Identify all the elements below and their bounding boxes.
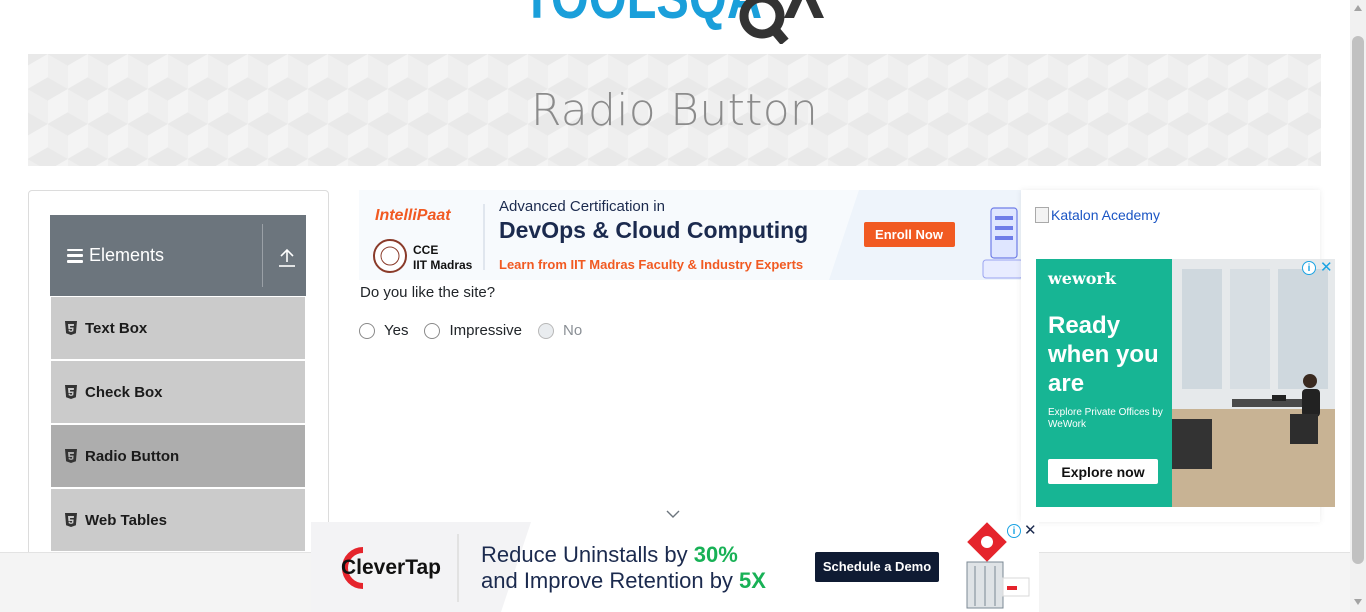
- radio-group: Yes Impressive No: [359, 322, 598, 339]
- sidebar-item-radio-button[interactable]: Radio Button: [51, 425, 305, 487]
- radio-impressive[interactable]: Impressive: [424, 322, 522, 339]
- office-photo: [1172, 259, 1335, 507]
- enroll-now-label: Enroll Now: [875, 227, 944, 242]
- elements-group-header[interactable]: Elements: [50, 215, 306, 296]
- header-divider: [262, 224, 263, 287]
- line2-prefix: and Improve Retention by: [481, 568, 739, 593]
- scroll-down-arrow-icon[interactable]: [1353, 598, 1363, 606]
- html5-icon: [65, 449, 77, 463]
- radio-yes[interactable]: Yes: [359, 322, 408, 339]
- adchoices-icon[interactable]: i: [1302, 261, 1316, 275]
- radio-no: No: [538, 322, 582, 339]
- radio-impressive-input[interactable]: [424, 322, 441, 339]
- ad-bottom-line2: and Improve Retention by 5X: [481, 568, 766, 593]
- wework-ad[interactable]: wework Ready when you are Explore Privat…: [1036, 259, 1335, 507]
- close-icon[interactable]: ✕: [1320, 259, 1333, 276]
- katalon-ad-link[interactable]: Katalon Acedemy: [1035, 207, 1160, 223]
- broken-image-icon: [1035, 207, 1049, 223]
- intellipaat-brand: IntelliPaat: [375, 207, 451, 224]
- ad-line3: Learn from IIT Madras Faculty & Industry…: [499, 257, 803, 272]
- page-title: Radio Button: [530, 84, 819, 136]
- line2-value: 5X: [739, 568, 766, 593]
- iit-madras-seal: [373, 239, 407, 273]
- scroll-up-arrow-icon[interactable]: [1353, 4, 1363, 12]
- scrollbar-thumb[interactable]: [1352, 36, 1364, 564]
- hamburger-icon: [67, 248, 83, 263]
- ad-line1: Advanced Certification in: [499, 198, 665, 215]
- radio-no-label: No: [563, 322, 583, 339]
- sidebar-item-label: Check Box: [85, 383, 163, 401]
- sidebar-item-label: Radio Button: [85, 447, 180, 465]
- radio-question: Do you like the site?: [360, 284, 496, 301]
- schedule-demo-label: Schedule a Demo: [823, 559, 931, 574]
- page-header-banner: Radio Button: [28, 54, 1321, 166]
- wework-brand: wework: [1048, 269, 1116, 288]
- chevron-down-icon[interactable]: [666, 509, 680, 519]
- html5-icon: [65, 513, 77, 527]
- line1-value: 30%: [694, 542, 738, 567]
- close-icon[interactable]: ✕: [1024, 522, 1037, 539]
- sidebar-item-check-box[interactable]: Check Box: [51, 361, 305, 423]
- radio-yes-label[interactable]: Yes: [384, 322, 408, 339]
- adchoices-icon[interactable]: i: [1007, 524, 1021, 538]
- sidebar-item-web-tables[interactable]: Web Tables: [51, 489, 305, 551]
- clevertap-ad-banner[interactable]: CleverTap Reduce Uninstalls by 30% and I…: [311, 522, 1039, 612]
- ad-bottom-line1: Reduce Uninstalls by 30%: [481, 542, 738, 567]
- sidebar-item-text-box[interactable]: Text Box: [51, 297, 305, 359]
- radio-no-input: [538, 322, 555, 339]
- left-sidebar: Elements Text Box Check Box Radio Button…: [28, 190, 329, 590]
- explore-now-button[interactable]: Explore now: [1048, 459, 1158, 484]
- sidebar-item-label: Web Tables: [85, 511, 167, 529]
- katalon-alt-text[interactable]: Katalon Acedemy: [1051, 207, 1160, 223]
- wework-headline: Ready when you are: [1048, 312, 1159, 397]
- html5-icon: [65, 385, 77, 399]
- logo-text: TOOLSQA: [522, 0, 762, 31]
- line1-prefix: Reduce Uninstalls by: [481, 542, 694, 567]
- ad-line2: DevOps & Cloud Computing: [499, 217, 808, 243]
- toolsqa-logo[interactable]: TOOLSQA: [522, 0, 842, 44]
- collapse-up-icon[interactable]: [277, 246, 297, 268]
- group-title: Elements: [89, 245, 165, 265]
- intellipaat-ad-banner[interactable]: IntelliPaat CCE IIT Madras Advanced Cert…: [359, 190, 1022, 280]
- wework-subtext: Explore Private Offices by WeWork: [1048, 407, 1163, 430]
- server-illustration: [982, 207, 1022, 279]
- radio-yes-input[interactable]: [359, 322, 375, 339]
- partner-line1: CCE: [413, 243, 438, 257]
- radio-impressive-label[interactable]: Impressive: [449, 322, 522, 339]
- sidebar-item-label: Text Box: [85, 319, 148, 337]
- clevertap-brand: CleverTap: [341, 556, 441, 579]
- html5-icon: [65, 321, 77, 335]
- partner-line2: IIT Madras: [413, 258, 473, 272]
